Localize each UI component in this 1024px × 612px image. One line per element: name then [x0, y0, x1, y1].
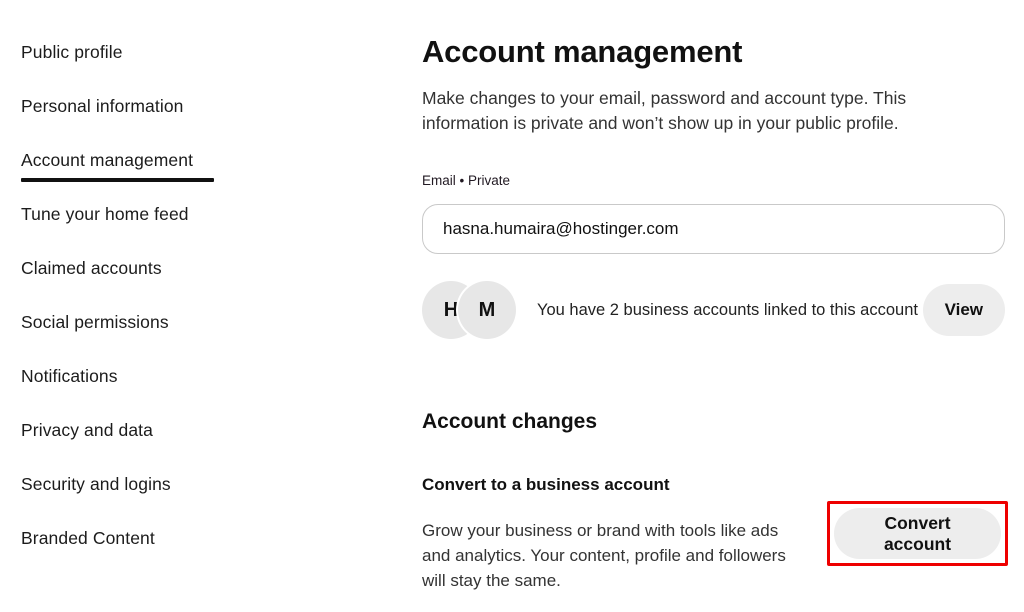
sidebar-item-claimed-accounts[interactable]: Claimed accounts	[21, 258, 162, 279]
sidebar-item-label: Account management	[21, 150, 193, 170]
sidebar-item-branded-content[interactable]: Branded Content	[21, 528, 155, 549]
convert-business-description: Grow your business or brand with tools l…	[422, 518, 802, 593]
business-avatar-m: M	[458, 281, 516, 339]
linked-accounts-row: H M You have 2 business accounts linked …	[422, 281, 1005, 339]
sidebar-item-tune-your-home-feed[interactable]: Tune your home feed	[21, 204, 189, 225]
email-field[interactable]	[422, 204, 1005, 254]
view-button[interactable]: View	[923, 284, 1005, 336]
sidebar-item-social-permissions[interactable]: Social permissions	[21, 312, 169, 333]
account-changes-heading: Account changes	[422, 410, 597, 434]
sidebar-item-personal-information[interactable]: Personal information	[21, 96, 184, 117]
page-description: Make changes to your email, password and…	[422, 86, 974, 136]
email-field-label: Email • Private	[422, 173, 510, 188]
settings-sidebar: Public profile Personal information Acco…	[21, 42, 381, 582]
sidebar-item-privacy-and-data[interactable]: Privacy and data	[21, 420, 153, 441]
linked-accounts-text: You have 2 business accounts linked to t…	[537, 301, 918, 320]
convert-account-button[interactable]: Convert account	[834, 508, 1001, 559]
sidebar-item-account-management[interactable]: Account management	[21, 150, 193, 171]
convert-button-highlight-box: Convert account	[827, 501, 1008, 566]
sidebar-item-public-profile[interactable]: Public profile	[21, 42, 123, 63]
sidebar-item-security-and-logins[interactable]: Security and logins	[21, 474, 171, 495]
sidebar-item-notifications[interactable]: Notifications	[21, 366, 118, 387]
page-title: Account management	[422, 34, 742, 70]
convert-business-title: Convert to a business account	[422, 475, 670, 495]
settings-page: Public profile Personal information Acco…	[0, 0, 1024, 612]
active-item-underline	[21, 178, 214, 182]
